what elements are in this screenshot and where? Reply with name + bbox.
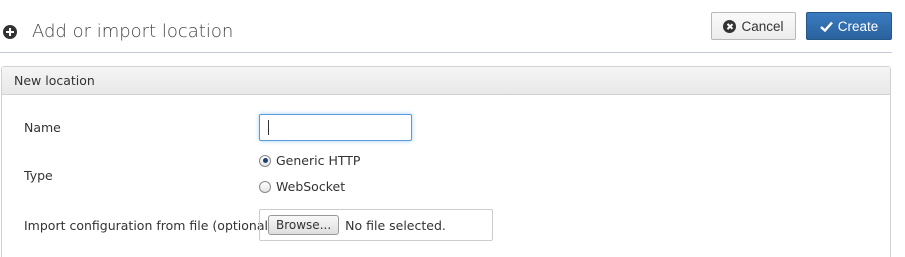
- page-title: Add or import location: [32, 21, 234, 42]
- header-divider: [0, 52, 892, 53]
- create-button[interactable]: Create: [806, 12, 892, 40]
- panel-heading: New location: [2, 67, 890, 95]
- plus-circle-icon: [3, 25, 17, 39]
- cancel-button[interactable]: Cancel: [711, 12, 796, 40]
- import-label: Import configuration from file (optional…: [24, 218, 273, 233]
- cancel-button-label: Cancel: [741, 18, 784, 34]
- browse-button[interactable]: Browse...: [268, 215, 340, 235]
- checkmark-icon: [819, 21, 833, 32]
- radio-websocket-label: WebSocket: [276, 179, 346, 194]
- radio-option-generic-http[interactable]: Generic HTTP: [259, 153, 360, 168]
- text-caret: [268, 120, 269, 135]
- radio-generic-http-label: Generic HTTP: [276, 153, 361, 168]
- radio-generic-http[interactable]: [259, 154, 271, 167]
- close-circle-icon: [723, 19, 737, 33]
- type-label: Type: [24, 168, 53, 183]
- name-label: Name: [24, 120, 61, 135]
- file-status: No file selected.: [345, 217, 446, 233]
- radio-websocket[interactable]: [259, 180, 271, 193]
- name-input[interactable]: [259, 114, 412, 141]
- create-button-label: Create: [837, 18, 879, 34]
- radio-option-websocket[interactable]: WebSocket: [259, 179, 345, 194]
- file-input[interactable]: Browse... No file selected.: [259, 209, 493, 241]
